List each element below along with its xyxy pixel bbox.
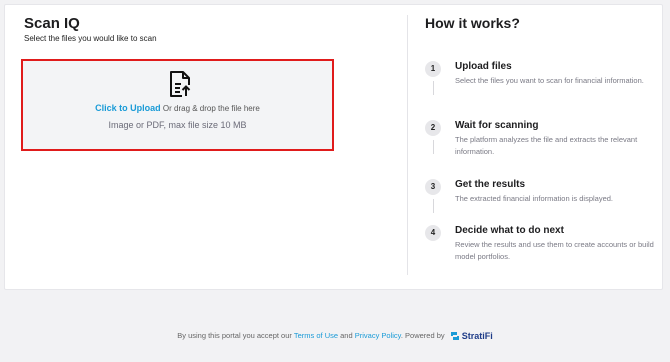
click-to-upload-link[interactable]: Click to Upload <box>95 103 161 113</box>
step-title: Wait for scanning <box>455 120 539 131</box>
stratifi-logo-icon <box>450 332 459 340</box>
privacy-policy-link[interactable]: Privacy Policy <box>355 331 401 340</box>
vertical-divider <box>407 15 408 275</box>
step-number: 2 <box>425 120 441 136</box>
step-description: Select the files you want to scan for fi… <box>455 76 644 85</box>
footer-powered-by: . Powered by <box>400 330 447 340</box>
step-connector <box>433 140 434 154</box>
step-number: 4 <box>425 225 441 241</box>
step-title: Decide what to do next <box>455 225 564 236</box>
scan-card: Scan IQ Select the files you would like … <box>4 4 663 290</box>
step-description: Review the results and use them to creat… <box>455 240 654 261</box>
step-number: 1 <box>425 61 441 77</box>
footer-and: and <box>338 330 355 340</box>
file-dropzone[interactable]: Click to Upload Or drag & drop the file … <box>21 59 334 151</box>
step-number: 3 <box>425 179 441 195</box>
terms-of-use-link[interactable]: Terms of Use <box>294 331 338 340</box>
brand-name: StratiFi <box>461 331 493 341</box>
step-description: The platform analyzes the file and extra… <box>455 135 638 156</box>
step-description: The extracted financial information is d… <box>455 194 613 203</box>
step-title: Upload files <box>455 61 512 72</box>
how-it-works-title: How it works? <box>425 15 520 31</box>
brand-logo: StratiFi <box>449 330 493 342</box>
scan-panel: Scan IQ Select the files you would like … <box>24 15 384 43</box>
drag-drop-text: Or drag & drop the file here <box>160 104 260 113</box>
step-connector <box>433 199 434 213</box>
step-connector <box>433 81 434 95</box>
step-title: Get the results <box>455 179 526 190</box>
dropzone-instruction: Click to Upload Or drag & drop the file … <box>23 103 332 113</box>
file-upload-icon <box>170 71 191 97</box>
file-size-hint: Image or PDF, max file size 10 MB <box>108 120 247 130</box>
how-it-works-panel: How it works? 1 Upload files Select the … <box>425 15 655 261</box>
footer: By using this portal you accept our Term… <box>0 330 670 342</box>
page-subtitle: Select the files you would like to scan <box>24 34 157 43</box>
page-title: Scan IQ <box>24 15 80 32</box>
footer-prefix: By using this portal you accept our <box>177 330 294 340</box>
